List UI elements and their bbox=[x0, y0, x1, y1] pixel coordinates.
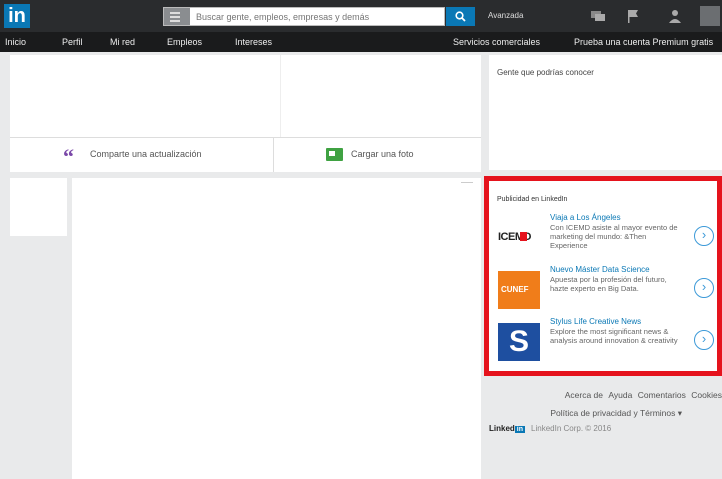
add-connection-icon[interactable] bbox=[667, 8, 683, 24]
chevron-right-icon[interactable]: › bbox=[694, 330, 714, 350]
people-you-may-know-card: Gente que podrías conocer bbox=[489, 55, 722, 170]
ad-title[interactable]: Stylus Life Creative News bbox=[550, 317, 641, 326]
ad-description: Apuesta por la profesión del futuro, haz… bbox=[550, 275, 667, 293]
chevron-right-icon[interactable]: › bbox=[694, 226, 714, 246]
stylus-logo: S bbox=[498, 323, 540, 361]
feed-card bbox=[72, 178, 481, 479]
copyright-text: LinkedIn Corp. © 2016 bbox=[531, 424, 612, 433]
cunef-logo: CUNEF bbox=[498, 271, 540, 309]
search-box bbox=[163, 7, 445, 26]
ad-item[interactable]: ICEMD Viaja a Los Ángeles Con ICEMD asis… bbox=[498, 213, 720, 261]
left-widget-card bbox=[10, 178, 67, 236]
divider bbox=[280, 55, 281, 137]
footer-link-ayuda[interactable]: Ayuda bbox=[608, 390, 632, 400]
footer-link-acerca[interactable]: Acerca de bbox=[565, 390, 603, 400]
share-update-button[interactable]: “ Comparte una actualización bbox=[10, 138, 274, 172]
nav-item-inicio[interactable]: Inicio bbox=[5, 37, 26, 47]
feed-control-line bbox=[461, 182, 473, 183]
ads-box: Publicidad en LinkedIn ICEMD Viaja a Los… bbox=[484, 176, 722, 376]
ad-item[interactable]: S Stylus Life Creative News Explore the … bbox=[498, 317, 720, 365]
flag-icon[interactable] bbox=[625, 8, 641, 24]
linkedin-wordmark: Linked bbox=[489, 424, 515, 433]
nav-item-mi-red[interactable]: Mi red bbox=[110, 37, 135, 47]
search-button[interactable] bbox=[446, 7, 475, 26]
footer-link-privacy[interactable]: Política de privacidad y Términos ▾ bbox=[550, 408, 682, 418]
linkedin-footer: Linked in LinkedIn Corp. © 2016 bbox=[489, 424, 611, 433]
nav-item-empleos[interactable]: Empleos bbox=[167, 37, 202, 47]
footer-links: Acerca de Ayuda Comentarios Cookies Polí… bbox=[484, 388, 722, 424]
profile-avatar[interactable] bbox=[700, 6, 720, 26]
icemd-logo: ICEMD bbox=[498, 219, 540, 257]
nav-bar: Inicio Perfil Mi red Empleos Intereses S… bbox=[0, 32, 722, 52]
upload-photo-button[interactable]: Cargar una foto bbox=[351, 149, 414, 159]
nav-item-intereses[interactable]: Intereses bbox=[235, 37, 272, 47]
ads-title: Publicidad en LinkedIn bbox=[497, 196, 568, 203]
top-bar: in Avanzada bbox=[0, 0, 722, 32]
search-input[interactable] bbox=[196, 8, 441, 25]
profile-summary-card bbox=[10, 55, 481, 137]
share-update-label: Comparte una actualización bbox=[90, 149, 202, 159]
ad-item[interactable]: CUNEF Nuevo Máster Data Science Apuesta … bbox=[498, 265, 720, 313]
linkedin-logo[interactable]: in bbox=[4, 4, 30, 28]
nav-item-perfil[interactable]: Perfil bbox=[62, 37, 83, 47]
messages-icon[interactable] bbox=[590, 8, 606, 24]
footer-link-cookies[interactable]: Cookies bbox=[691, 390, 722, 400]
search-category-dropdown[interactable] bbox=[164, 8, 190, 25]
people-title: Gente que podrías conocer bbox=[497, 68, 594, 77]
ad-title[interactable]: Viaja a Los Ángeles bbox=[550, 213, 621, 222]
search-icon bbox=[455, 11, 466, 22]
ad-description: Con ICEMD asiste al mayor evento de mark… bbox=[550, 223, 678, 250]
ad-title[interactable]: Nuevo Máster Data Science bbox=[550, 265, 650, 274]
chevron-right-icon[interactable]: › bbox=[694, 278, 714, 298]
nav-item-premium[interactable]: Prueba una cuenta Premium gratis bbox=[574, 37, 713, 47]
footer-link-comentarios[interactable]: Comentarios bbox=[638, 390, 686, 400]
share-bar: “ Comparte una actualización Cargar una … bbox=[10, 137, 481, 172]
ad-description: Explore the most significant news & anal… bbox=[550, 327, 678, 345]
nav-item-servicios[interactable]: Servicios comerciales bbox=[453, 37, 540, 47]
quote-icon: “ bbox=[63, 144, 74, 169]
linkedin-in-box: in bbox=[514, 426, 526, 433]
advanced-search-link[interactable]: Avanzada bbox=[488, 11, 523, 20]
photo-icon bbox=[326, 148, 343, 161]
